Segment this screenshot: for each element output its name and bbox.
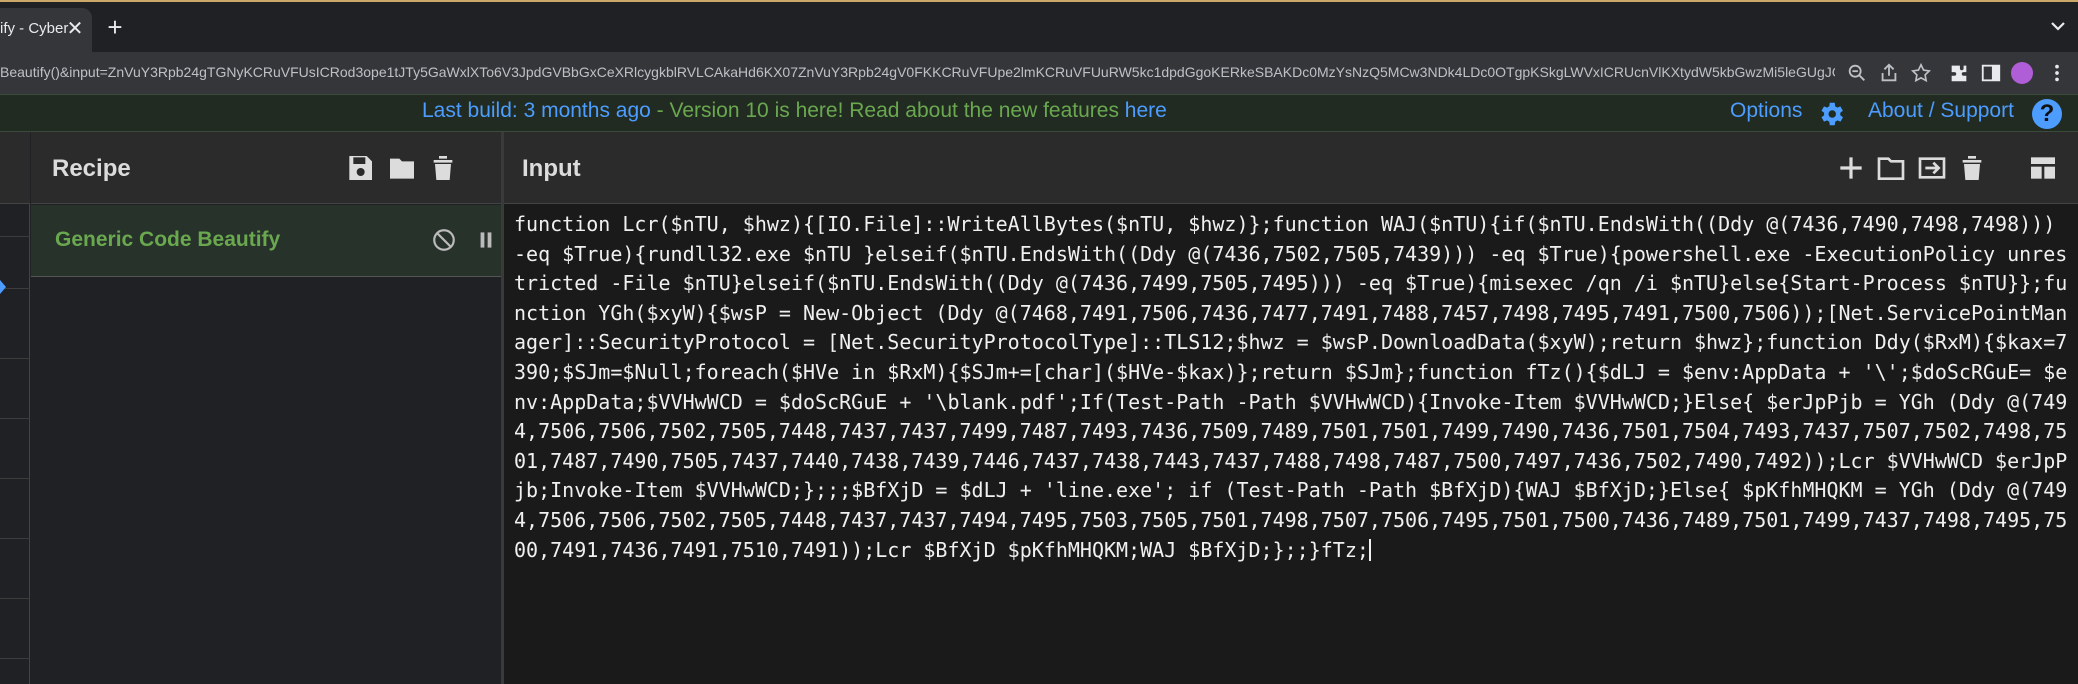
category-marker-icon <box>0 280 6 294</box>
notice-bar: Last build: 3 months ago - Version 10 is… <box>0 94 2078 132</box>
operations-divider <box>0 478 30 479</box>
trash-icon[interactable] <box>427 152 459 184</box>
operation-name: Generic Code Beautify <box>55 228 281 251</box>
address-bar[interactable]: Beautify()&input=ZnVuY3Rpb24gTGNyKCRuVFU… <box>0 64 1835 80</box>
recipe-header: Recipe <box>31 132 501 204</box>
browser-tab-strip: ify - Cyber ✕ + <box>0 0 2078 54</box>
gear-icon[interactable] <box>1816 99 1846 129</box>
recipe-operation[interactable]: Generic Code Beautify <box>31 205 501 277</box>
new-tab-button[interactable]: + <box>100 12 130 42</box>
folder-icon[interactable] <box>1875 152 1907 184</box>
chevron-down-icon[interactable] <box>2046 14 2070 38</box>
operations-panel <box>0 132 30 684</box>
browser-menu-icon[interactable] <box>2046 62 2068 84</box>
last-build-text: Last build: 3 months ago <box>422 99 651 122</box>
about-support-link[interactable]: About / Support <box>1868 99 2014 123</box>
input-content: function Lcr($nTU, $hwz){[IO.File]::Writ… <box>514 212 2068 562</box>
bookmark-star-icon[interactable] <box>1910 62 1932 84</box>
operations-divider <box>0 538 30 539</box>
open-file-icon[interactable] <box>1916 152 1948 184</box>
options-link[interactable]: Options <box>1730 99 1802 123</box>
layout-icon[interactable] <box>2027 152 2059 184</box>
operations-divider <box>0 658 30 659</box>
input-textarea[interactable]: function Lcr($nTU, $hwz){[IO.File]::Writ… <box>514 210 2074 565</box>
release-notes-link[interactable]: here <box>1125 99 1167 122</box>
trash-icon[interactable] <box>1956 152 1988 184</box>
plus-icon[interactable] <box>1835 152 1867 184</box>
operations-divider <box>0 418 30 419</box>
input-title: Input <box>522 155 581 182</box>
share-icon[interactable] <box>1878 62 1900 84</box>
profile-avatar[interactable] <box>2011 62 2033 84</box>
help-icon[interactable]: ? <box>2032 99 2062 129</box>
tab-title: ify - Cyber <box>0 20 69 37</box>
side-panel-icon[interactable] <box>1980 62 2002 84</box>
save-icon[interactable] <box>344 152 376 184</box>
operations-divider <box>0 598 30 599</box>
text-cursor <box>1368 538 1371 561</box>
operations-divider <box>0 236 30 237</box>
build-notice: Last build: 3 months ago - Version 10 is… <box>422 99 1167 123</box>
version-message: Version 10 is here! Read about the new f… <box>669 99 1125 122</box>
zoom-icon[interactable] <box>1846 62 1868 84</box>
recipe-title: Recipe <box>52 155 131 182</box>
input-panel: Input function Lcr($nTU, $hwz){[IO.File]… <box>504 132 2078 684</box>
notice-separator: - <box>650 99 670 122</box>
disable-icon[interactable] <box>431 227 457 253</box>
pause-icon[interactable] <box>473 227 499 253</box>
extensions-puzzle-icon[interactable] <box>1948 62 1970 84</box>
input-header: Input <box>504 132 2078 204</box>
operations-divider <box>0 358 30 359</box>
browser-tab[interactable]: ify - Cyber ✕ <box>0 8 92 54</box>
close-tab-icon[interactable]: ✕ <box>64 18 86 40</box>
recipe-panel: Recipe Generic Code Beautify <box>31 132 501 684</box>
operations-header <box>0 132 30 204</box>
folder-icon[interactable] <box>386 152 418 184</box>
browser-toolbar: Beautify()&input=ZnVuY3Rpb24gTGNyKCRuVFU… <box>0 52 2078 94</box>
